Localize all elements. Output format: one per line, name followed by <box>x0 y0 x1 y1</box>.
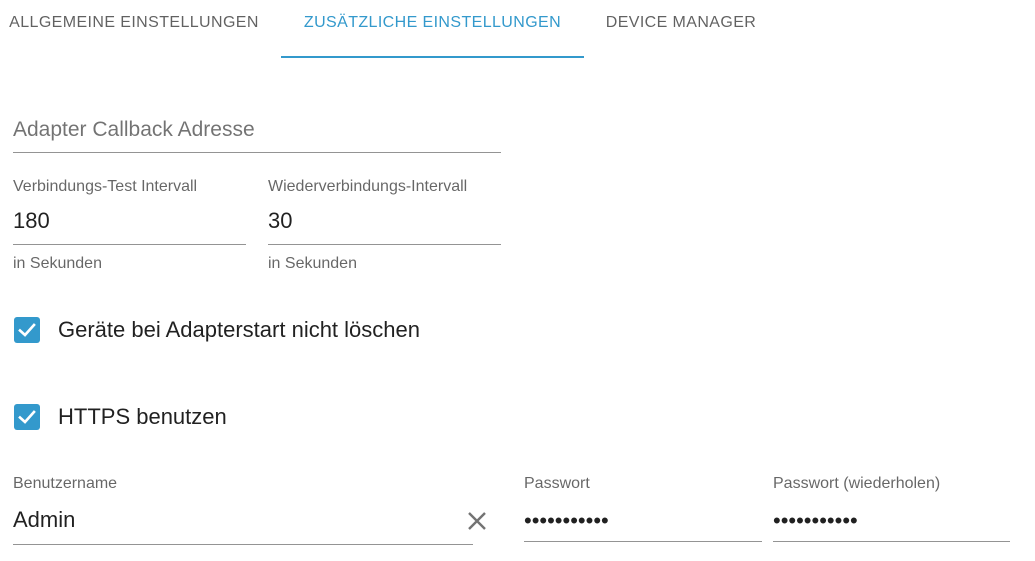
test-interval-label: Verbindungs-Test Intervall <box>13 178 198 195</box>
reconnect-interval-field: Wiederverbindungs-Intervall 30 in Sekund… <box>268 176 501 276</box>
keep-devices-checkbox-row[interactable]: Geräte bei Adapterstart nicht löschen <box>14 317 420 343</box>
reconnect-interval-underline <box>268 244 501 245</box>
test-interval-underline <box>13 244 246 245</box>
password-repeat-underline <box>773 541 1010 542</box>
use-https-checkbox-row[interactable]: HTTPS benutzen <box>14 404 227 430</box>
password-input[interactable]: ••••••••••• <box>524 508 609 534</box>
check-icon <box>18 323 36 337</box>
callback-address-underline <box>13 152 501 153</box>
active-tab-indicator <box>281 56 584 58</box>
tab-label: Zusätzliche Einstellungen <box>303 14 562 31</box>
tab-zusaetzliche-einstellungen[interactable]: Zusätzliche Einstellungen <box>281 0 584 58</box>
password-underline <box>524 541 762 542</box>
tab-bar: Allgemeine Einstellungen Zusätzliche Ein… <box>0 0 1035 60</box>
clear-username-button[interactable] <box>463 507 491 535</box>
close-icon <box>468 512 486 530</box>
check-icon <box>18 410 36 424</box>
reconnect-interval-helper: in Sekunden <box>268 255 357 272</box>
keep-devices-checkbox[interactable] <box>14 317 40 343</box>
keep-devices-label: Geräte bei Adapterstart nicht löschen <box>58 317 420 342</box>
tab-label: Allgemeine Einstellungen <box>9 14 259 31</box>
password-field: Passwort ••••••••••• <box>524 474 762 544</box>
test-interval-helper: in Sekunden <box>13 255 102 272</box>
password-repeat-field: Passwort (wiederholen) ••••••••••• <box>773 474 1010 544</box>
callback-address-field[interactable]: Adapter Callback Adresse <box>13 100 501 154</box>
tab-label: Device Manager <box>605 14 757 31</box>
tab-allgemeine-einstellungen[interactable]: Allgemeine Einstellungen <box>0 0 268 58</box>
password-repeat-label: Passwort (wiederholen) <box>773 475 941 492</box>
username-field: Benutzername Admin <box>13 474 486 546</box>
use-https-checkbox[interactable] <box>14 404 40 430</box>
reconnect-interval-input[interactable]: 30 <box>268 208 292 234</box>
callback-address-placeholder: Adapter Callback Adresse <box>13 118 255 141</box>
settings-page: Allgemeine Einstellungen Zusätzliche Ein… <box>0 0 1035 561</box>
test-interval-field: Verbindungs-Test Intervall 180 in Sekund… <box>13 176 246 276</box>
reconnect-interval-label: Wiederverbindungs-Intervall <box>268 178 468 195</box>
username-input[interactable]: Admin <box>13 507 75 533</box>
use-https-label: HTTPS benutzen <box>58 404 227 429</box>
username-label: Benutzername <box>13 475 118 492</box>
password-repeat-input[interactable]: ••••••••••• <box>773 508 858 534</box>
tab-device-manager[interactable]: Device Manager <box>590 0 772 58</box>
test-interval-input[interactable]: 180 <box>13 208 50 234</box>
username-underline <box>13 544 473 545</box>
password-label: Passwort <box>524 475 590 492</box>
